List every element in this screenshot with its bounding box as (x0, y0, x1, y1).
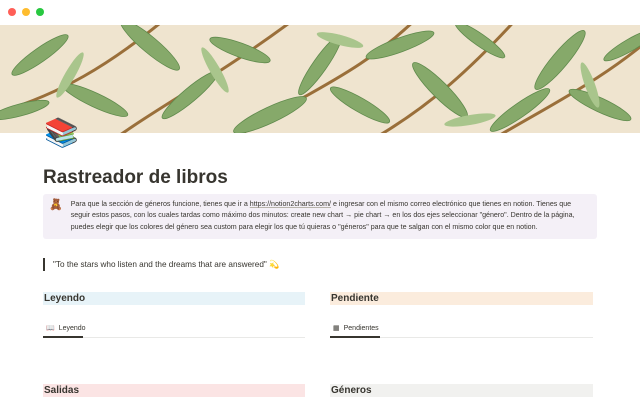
teddy-bear-icon: 🧸 (49, 199, 63, 211)
maximize-window-button[interactable] (36, 8, 44, 16)
callout-text: Para que la sección de géneros funcione,… (71, 199, 589, 234)
heading-generos[interactable]: Géneros (330, 384, 593, 397)
minimize-window-button[interactable] (22, 8, 30, 16)
gallery-grid-icon: ▦ (333, 324, 340, 332)
page-title[interactable]: Rastreador de libros (43, 167, 228, 189)
tab-pendientes-view[interactable]: ▦ Pendientes (330, 322, 380, 338)
window-controls (8, 8, 44, 16)
quote-block[interactable]: "To the stars who listen and the dreams … (43, 258, 279, 271)
page-icon-books[interactable]: 📚 (44, 116, 79, 150)
open-book-icon: 📖 (46, 324, 55, 332)
leaf-pattern-cover (0, 25, 640, 133)
instructions-callout[interactable]: 🧸 Para que la sección de géneros funcion… (43, 194, 597, 239)
page-cover-image[interactable] (0, 25, 640, 133)
callout-text-before-link: Para que la sección de géneros funcione,… (70, 200, 250, 208)
close-window-button[interactable] (8, 8, 16, 16)
tab-leyendo-label: Leyendo (58, 324, 86, 332)
quote-text: "To the stars who listen and the dreams … (53, 260, 280, 269)
heading-leyendo[interactable]: Leyendo (43, 292, 305, 305)
notion2charts-link[interactable]: https://notion2charts.com/ (250, 200, 331, 208)
heading-pendiente[interactable]: Pendiente (330, 292, 593, 305)
tab-pendientes-label: Pendientes (343, 324, 379, 332)
tab-leyendo-view[interactable]: 📖 Leyendo (43, 322, 86, 338)
heading-salidas[interactable]: Salidas (43, 384, 305, 397)
